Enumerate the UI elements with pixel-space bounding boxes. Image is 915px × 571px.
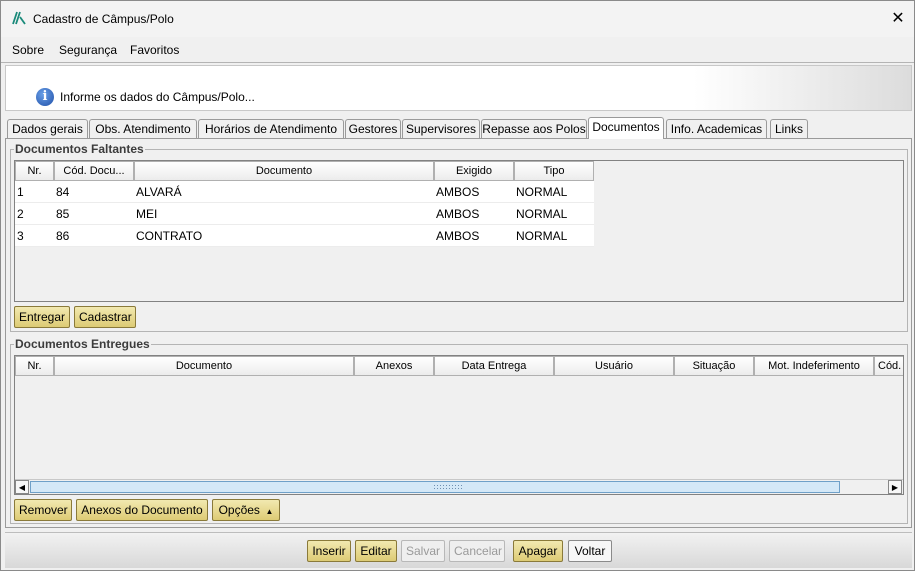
cell-cod: 84 — [56, 185, 70, 199]
scroll-thumb[interactable] — [30, 481, 840, 493]
editar-button[interactable]: Editar — [355, 540, 397, 562]
col-documento[interactable]: Documento — [134, 161, 434, 181]
col-tipo[interactable]: Tipo — [514, 161, 594, 181]
cell-documento: MEI — [136, 207, 158, 221]
cell-exigido: AMBOS — [436, 229, 480, 243]
anexos-documento-button[interactable]: Anexos do Documento — [76, 499, 208, 521]
window-title: Cadastro de Câmpus/Polo — [33, 12, 174, 26]
voltar-button[interactable]: Voltar — [568, 540, 612, 562]
close-button[interactable]: ✕ — [887, 8, 909, 30]
entregues-legend: Documentos Entregues — [14, 337, 151, 351]
documentos-entregues-group: Documentos Entregues Nr. Documento Anexo… — [10, 337, 908, 524]
arrow-right-icon: ▶ — [891, 483, 899, 492]
table-row[interactable]: 1 84 ALVARÁ AMBOS NORMAL — [15, 181, 594, 203]
scroll-left-button[interactable]: ◀ — [15, 480, 29, 494]
entregues-table[interactable]: Nr. Documento Anexos Data Entrega Usuári… — [14, 355, 904, 495]
tab-obs-atendimento[interactable]: Obs. Atendimento — [89, 119, 197, 139]
apagar-button[interactable]: Apagar — [513, 540, 563, 562]
tab-supervisores[interactable]: Supervisores — [402, 119, 480, 139]
faltantes-table[interactable]: Nr. Cód. Docu... Documento Exigido Tipo … — [14, 160, 904, 302]
remover-button[interactable]: Remover — [14, 499, 72, 521]
col-anexos[interactable]: Anexos — [354, 356, 434, 376]
cell-cod: 86 — [56, 229, 70, 243]
arrow-left-icon: ◀ — [18, 483, 26, 492]
entregar-button[interactable]: Entregar — [14, 306, 70, 328]
menu-bar: Sobre Segurança Favoritos — [1, 37, 914, 63]
opcoes-label: Opções — [218, 503, 260, 517]
tab-info-academicas[interactable]: Info. Academicas — [666, 119, 767, 139]
documentos-panel: Documentos Faltantes Nr. Cód. Docu... Do… — [5, 138, 912, 528]
col-nr[interactable]: Nr. — [15, 161, 54, 181]
cell-nr: 1 — [17, 185, 24, 199]
col-usuario[interactable]: Usuário — [554, 356, 674, 376]
col-nr[interactable]: Nr. — [15, 356, 54, 376]
banner-text: Informe os dados do Câmpus/Polo... — [60, 90, 255, 104]
cell-tipo: NORMAL — [516, 207, 568, 221]
close-icon: ✕ — [891, 10, 905, 27]
cell-tipo: NORMAL — [516, 229, 568, 243]
col-exigido[interactable]: Exigido — [434, 161, 514, 181]
app-window: Cadastro de Câmpus/Polo ✕ Sobre Seguranç… — [0, 0, 915, 571]
app-logo-icon — [12, 11, 26, 25]
info-banner: i Informe os dados do Câmpus/Polo... — [5, 65, 912, 111]
cancelar-button[interactable]: Cancelar — [449, 540, 505, 562]
tab-horarios-atendimento[interactable]: Horários de Atendimento — [198, 119, 344, 139]
title-bar: Cadastro de Câmpus/Polo ✕ — [1, 1, 914, 37]
info-icon: i — [36, 88, 54, 106]
table-row[interactable]: 2 85 MEI AMBOS NORMAL — [15, 203, 594, 225]
horizontal-scrollbar[interactable]: ◀ ▶ — [15, 479, 903, 494]
faltantes-legend: Documentos Faltantes — [14, 142, 145, 156]
tab-dados-gerais[interactable]: Dados gerais — [7, 119, 88, 139]
salvar-button[interactable]: Salvar — [401, 540, 445, 562]
opcoes-button[interactable]: Opções ▲ — [212, 499, 280, 521]
tab-links[interactable]: Links — [770, 119, 808, 139]
cadastrar-button[interactable]: Cadastrar — [74, 306, 136, 328]
cell-nr: 2 — [17, 207, 24, 221]
grip-icon — [433, 484, 463, 490]
cell-exigido: AMBOS — [436, 207, 480, 221]
cell-nr: 3 — [17, 229, 24, 243]
col-situacao[interactable]: Situação — [674, 356, 754, 376]
menu-sobre[interactable]: Sobre — [12, 43, 44, 57]
tab-documentos[interactable]: Documentos — [588, 117, 664, 139]
inserir-button[interactable]: Inserir — [307, 540, 351, 562]
menu-favoritos[interactable]: Favoritos — [130, 43, 179, 57]
tab-gestores[interactable]: Gestores — [345, 119, 401, 139]
caret-up-icon: ▲ — [263, 507, 274, 516]
scroll-right-button[interactable]: ▶ — [888, 480, 902, 494]
col-cod[interactable]: Cód. — [874, 356, 903, 376]
documentos-faltantes-group: Documentos Faltantes Nr. Cód. Docu... Do… — [10, 142, 908, 332]
cell-documento: CONTRATO — [136, 229, 203, 243]
cell-documento: ALVARÁ — [136, 185, 182, 199]
col-data-entrega[interactable]: Data Entrega — [434, 356, 554, 376]
cell-cod: 85 — [56, 207, 70, 221]
col-mot-indeferimento[interactable]: Mot. Indeferimento — [754, 356, 874, 376]
tab-strip: Dados gerais Obs. Atendimento Horários d… — [7, 117, 912, 139]
footer-toolbar: Inserir Editar Salvar Cancelar Apagar Vo… — [5, 532, 912, 568]
cell-tipo: NORMAL — [516, 185, 568, 199]
menu-seguranca[interactable]: Segurança — [59, 43, 117, 57]
cell-exigido: AMBOS — [436, 185, 480, 199]
col-documento[interactable]: Documento — [54, 356, 354, 376]
tab-repasse-polos[interactable]: Repasse aos Polos — [481, 119, 587, 139]
table-row[interactable]: 3 86 CONTRATO AMBOS NORMAL — [15, 225, 594, 247]
col-cod-documento[interactable]: Cód. Docu... — [54, 161, 134, 181]
